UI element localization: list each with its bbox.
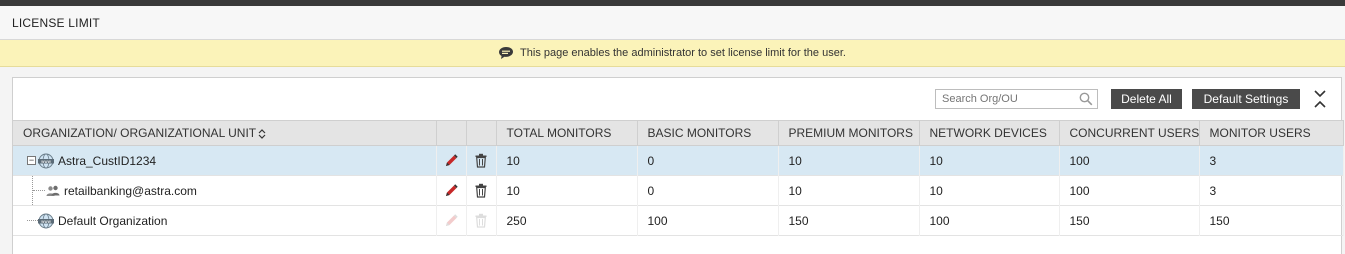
search-input[interactable] — [935, 89, 1098, 109]
table-row[interactable]: − www Astra_CustID1234 10 0 10 10 100 3 — [13, 145, 1344, 176]
collapse-icon[interactable] — [1313, 89, 1327, 109]
concurrent-users-cell: 100 — [1059, 145, 1200, 176]
edit-icon[interactable] — [444, 183, 458, 198]
table-header: ORGANIZATION/ ORGANIZATIONAL UNIT TOTAL … — [13, 120, 1344, 146]
premium-monitors-cell: 10 — [778, 145, 920, 176]
edit-cell — [436, 145, 467, 176]
edit-cell — [436, 175, 467, 206]
users-icon — [46, 185, 60, 196]
column-header-total-monitors[interactable]: TOTAL MONITORS — [496, 120, 638, 146]
tree-connector — [32, 176, 46, 205]
column-header-basic-monitors[interactable]: BASIC MONITORS — [637, 120, 779, 146]
column-header-concurrent-users[interactable]: CONCURRENT USERS — [1059, 120, 1200, 146]
delete-icon[interactable] — [474, 153, 488, 168]
monitor-users-cell: 3 — [1199, 145, 1344, 176]
total-monitors-cell: 10 — [496, 145, 638, 176]
edit-icon[interactable] — [444, 153, 458, 168]
org-unit-name[interactable]: retailbanking@astra.com — [64, 184, 197, 198]
premium-monitors-cell: 10 — [778, 175, 920, 206]
network-devices-cell: 100 — [919, 205, 1060, 236]
svg-text:www: www — [41, 158, 52, 163]
monitor-users-cell: 150 — [1199, 205, 1344, 236]
table-row[interactable]: www Default Organization 250 100 150 100… — [13, 205, 1344, 236]
org-cell: − www Astra_CustID1234 — [13, 145, 437, 176]
org-cell: retailbanking@astra.com — [13, 175, 437, 206]
svg-text:www: www — [41, 218, 52, 223]
column-header-organization[interactable]: ORGANIZATION/ ORGANIZATIONAL UNIT — [13, 120, 437, 146]
network-devices-cell: 10 — [919, 145, 1060, 176]
license-table: ORGANIZATION/ ORGANIZATIONAL UNIT TOTAL … — [13, 120, 1344, 236]
org-cell: www Default Organization — [13, 205, 437, 236]
delete-cell — [466, 205, 497, 236]
org-name[interactable]: Default Organization — [58, 214, 167, 228]
network-devices-cell: 10 — [919, 175, 1060, 206]
edit-cell — [436, 205, 467, 236]
total-monitors-cell: 250 — [496, 205, 638, 236]
column-header-delete — [466, 120, 497, 146]
search-icon[interactable] — [1079, 92, 1093, 106]
column-header-edit — [436, 120, 467, 146]
table-row[interactable]: retailbanking@astra.com 10 0 10 10 100 3 — [13, 175, 1344, 206]
info-message: This page enables the administrator to s… — [520, 47, 846, 59]
tree-connector — [27, 220, 38, 221]
page-title: LICENSE LIMIT — [12, 15, 100, 30]
delete-cell — [466, 175, 497, 206]
basic-monitors-cell: 100 — [637, 205, 779, 236]
premium-monitors-cell: 150 — [778, 205, 920, 236]
delete-icon[interactable] — [474, 183, 488, 198]
column-header-network-devices[interactable]: NETWORK DEVICES — [919, 120, 1060, 146]
org-name[interactable]: Astra_CustID1234 — [58, 154, 156, 168]
monitor-users-cell: 3 — [1199, 175, 1344, 206]
basic-monitors-cell: 0 — [637, 175, 779, 206]
globe-icon: www — [38, 153, 54, 168]
column-header-premium-monitors[interactable]: PREMIUM MONITORS — [778, 120, 920, 146]
total-monitors-cell: 10 — [496, 175, 638, 206]
basic-monitors-cell: 0 — [637, 145, 779, 176]
edit-icon — [446, 214, 458, 227]
concurrent-users-cell: 150 — [1059, 205, 1200, 236]
default-settings-button[interactable]: Default Settings — [1192, 89, 1300, 109]
title-bar: LICENSE LIMIT — [0, 6, 1345, 40]
delete-cell — [466, 145, 497, 176]
globe-icon: www — [38, 213, 54, 228]
sort-icon[interactable] — [258, 128, 266, 139]
expand-toggle-icon[interactable]: − — [27, 156, 36, 165]
delete-all-button[interactable]: Delete All — [1111, 89, 1182, 109]
concurrent-users-cell: 100 — [1059, 175, 1200, 206]
license-panel: Delete All Default Settings ORGANIZATION… — [12, 77, 1344, 254]
info-bubble-icon — [499, 47, 514, 59]
toolbar: Delete All Default Settings — [13, 78, 1341, 120]
info-bar: This page enables the administrator to s… — [0, 40, 1345, 67]
delete-icon — [475, 213, 487, 228]
column-header-monitor-users[interactable]: MONITOR USERS — [1199, 120, 1344, 146]
